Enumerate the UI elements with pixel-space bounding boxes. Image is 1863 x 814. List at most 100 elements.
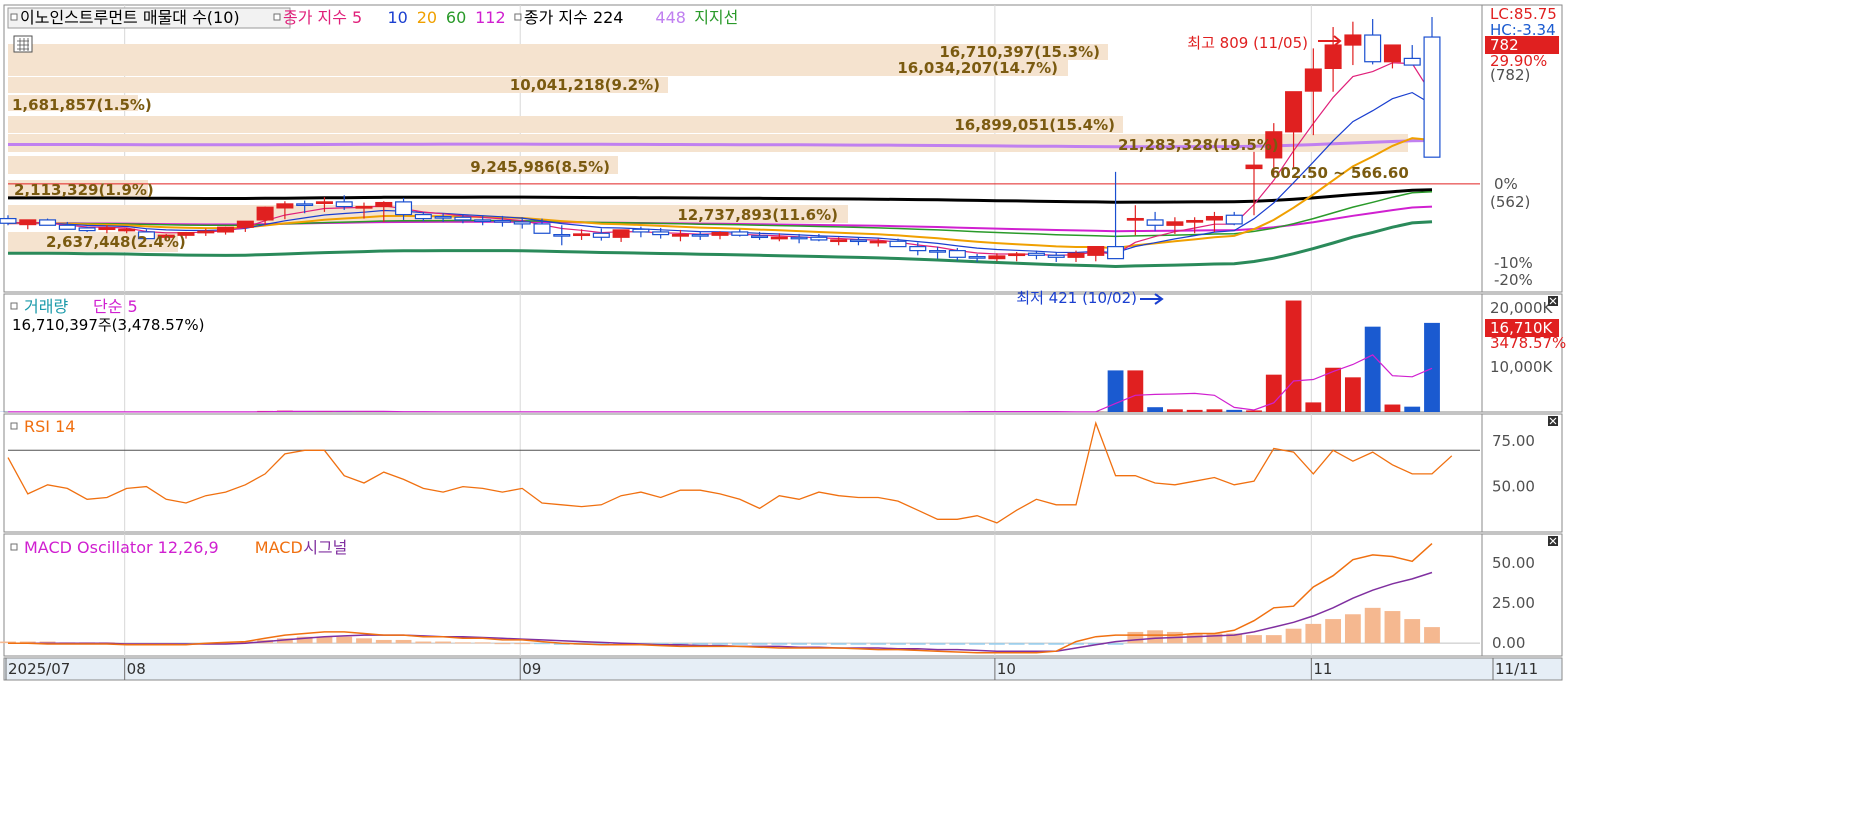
macd-oscillator-bar — [1029, 643, 1045, 645]
macd-oscillator-bar — [692, 643, 708, 645]
macd-oscillator-bar — [949, 643, 965, 645]
candle-body — [435, 217, 451, 219]
candle-body — [1226, 215, 1242, 224]
rsi-axis-label: 75.00 — [1492, 432, 1535, 450]
candle-body — [593, 233, 609, 237]
macd-oscillator-bar — [811, 643, 827, 645]
candle-body — [99, 228, 115, 230]
price-axis-label: (562) — [1490, 193, 1530, 211]
volume-profile-label: 16,034,207(14.7%) — [897, 59, 1058, 77]
legend-item: MACD Oscillator 12,26,9 — [24, 538, 219, 557]
macd-oscillator-bar — [1246, 635, 1262, 643]
candle-body — [20, 220, 36, 225]
price-axis-label: (782) — [1490, 66, 1530, 84]
volume-axis-label: 3478.57% — [1490, 334, 1566, 352]
macd-oscillator-bar — [1048, 643, 1064, 645]
macd-oscillator-bar — [1108, 643, 1124, 645]
macd-oscillator-bar — [376, 640, 392, 643]
candle-body — [59, 225, 75, 229]
macd-oscillator-bar — [534, 643, 550, 644]
legend-square-icon — [11, 14, 17, 20]
candle-body — [831, 240, 847, 242]
candle-body — [673, 235, 689, 237]
candle-body — [534, 224, 550, 233]
candle-body — [415, 215, 431, 219]
volume-bar — [1345, 377, 1361, 412]
macd-axis-label: 0.00 — [1492, 634, 1525, 652]
macd-oscillator-bar — [771, 643, 787, 645]
candle-body — [218, 227, 234, 232]
macd-oscillator-bar — [415, 642, 431, 644]
macd-oscillator-bar — [475, 642, 491, 643]
candle-body — [910, 247, 926, 251]
candle-body — [1167, 222, 1183, 225]
legend-item: 112 — [475, 8, 506, 27]
volume-profile-label: 10,041,218(9.2%) — [510, 76, 660, 94]
candle-body — [0, 219, 16, 224]
macd-oscillator-bar — [455, 642, 471, 643]
volume-profile-label: 9,245,986(8.5%) — [470, 158, 610, 176]
macd-oscillator-bar — [989, 643, 1005, 645]
candle — [79, 227, 95, 232]
macd-oscillator-bar — [514, 643, 530, 644]
candle-body — [752, 236, 768, 238]
candle-body — [1345, 35, 1361, 45]
x-axis-label: 08 — [127, 660, 146, 678]
candle-body — [1048, 255, 1064, 257]
candle-body — [376, 203, 392, 207]
candle-body — [851, 240, 867, 242]
macd-oscillator-bar — [870, 643, 886, 645]
candle-body — [1424, 37, 1440, 157]
x-axis-label: 11/11 — [1495, 660, 1538, 678]
candle-body — [356, 207, 372, 209]
macd-oscillator-bar — [435, 642, 451, 644]
legend-item: 지지선 — [694, 8, 738, 27]
volume-bar — [1365, 327, 1381, 412]
volume-profile-label: 21,283,328(19.5%) — [1118, 136, 1279, 154]
candle-body — [969, 257, 985, 259]
candle-body — [495, 221, 511, 223]
macd-oscillator-bar — [930, 643, 946, 645]
candle-body — [79, 228, 95, 231]
volume-bar — [1266, 375, 1282, 412]
volume-bar — [1286, 301, 1302, 412]
volume-axis-label: 20,000K — [1490, 299, 1553, 317]
macd-oscillator-bar — [1385, 611, 1401, 643]
candle-body — [237, 221, 253, 227]
x-axis-label: 09 — [522, 660, 541, 678]
macd-oscillator-bar — [1345, 614, 1361, 643]
candle-body — [890, 241, 906, 246]
price-axis-label: -20% — [1494, 271, 1533, 289]
volume-profile-label: 1,681,857(1.5%) — [12, 96, 152, 114]
candle-body — [1029, 253, 1045, 255]
legend-square-icon — [274, 14, 280, 20]
legend-square-icon — [11, 544, 17, 550]
candle-body — [475, 220, 491, 222]
price-axis-label: 0% — [1494, 175, 1518, 193]
candle-body — [989, 256, 1005, 259]
legend-item: 거래량 — [24, 297, 68, 316]
candle-body — [119, 229, 135, 231]
candle-body — [297, 204, 313, 206]
candle-body — [1068, 253, 1084, 257]
macd-oscillator-bar — [1286, 629, 1302, 643]
candle-body — [811, 237, 827, 240]
volume-bar — [1226, 410, 1242, 412]
macd-oscillator-bar — [396, 640, 412, 643]
legend-item: RSI 14 — [24, 417, 75, 436]
x-axis-label: 10 — [997, 660, 1016, 678]
candle-body — [1286, 92, 1302, 132]
macd-oscillator-bar — [969, 643, 985, 645]
macd-axis-label: 50.00 — [1492, 554, 1535, 572]
range-annotation: 602.50 ~ 566.60 — [1270, 164, 1409, 182]
chart-canvas: 16,710,397(15.3%)16,034,207(14.7%)10,041… — [0, 0, 1863, 810]
legend-item: 60 — [446, 8, 466, 27]
volume-profile-label: 12,737,893(11.6%) — [677, 206, 838, 224]
macd-oscillator-bar — [831, 643, 847, 645]
candle-body — [1305, 69, 1321, 91]
volume-profile-label: 16,899,051(15.4%) — [954, 116, 1115, 134]
candle — [1424, 17, 1440, 157]
macd-oscillator-bar — [1404, 619, 1420, 643]
volume-profile-label: 2,637,448(2.4%) — [46, 233, 186, 251]
rsi-axis-label: 50.00 — [1492, 478, 1535, 496]
